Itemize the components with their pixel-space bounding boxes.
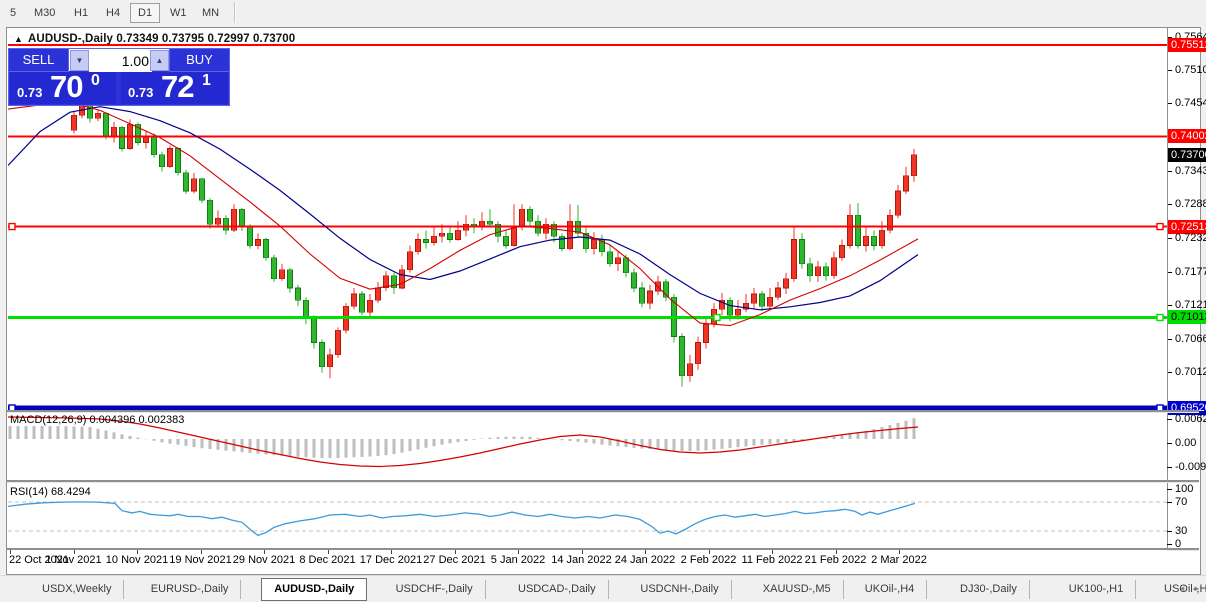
macd-indicator-label: MACD(12,26,9) 0.004396 0.002383: [10, 414, 184, 426]
spinner-up-icon[interactable]: ▲: [150, 50, 169, 71]
chart-tab-eurusddaily[interactable]: EURUSD-,Daily: [139, 580, 242, 599]
date-label: 27 Dec 2021: [423, 554, 485, 566]
collapse-arrow-icon[interactable]: ▲: [14, 34, 23, 44]
sell-price-sup: 0: [91, 72, 100, 90]
timeframe-button-h4[interactable]: H4: [98, 3, 128, 23]
chart-title: ▲ AUDUSD-,Daily 0.73349 0.73795 0.72997 0…: [14, 33, 295, 45]
rsi-scale-tick: 70: [1167, 495, 1206, 509]
date-label: 2 Feb 2022: [681, 554, 737, 566]
price-label-red: 0.74002: [1168, 129, 1206, 143]
toolbar-separator: [234, 2, 235, 23]
chart-window: [6, 27, 1201, 575]
timeframe-button-m30[interactable]: M30: [26, 3, 63, 23]
chart-tab-usdxweekly[interactable]: USDX,Weekly: [30, 580, 124, 599]
buy-price-small: 0.73: [128, 85, 153, 100]
date-label: 11 Feb 2022: [742, 554, 803, 566]
rsi-indicator-label: RSI(14) 68.4294: [10, 486, 91, 498]
lot-size-spinner: ▼ ▲: [69, 49, 169, 71]
buy-price-big: 72: [161, 69, 193, 105]
chart-tab-uk100h1[interactable]: UK100-,H1: [1057, 580, 1136, 599]
date-label: 8 Dec 2021: [299, 554, 355, 566]
price-label-red: 0.75512: [1168, 38, 1206, 52]
price-scale-tick: 0.72325: [1167, 231, 1206, 245]
price-label-black: 0.73700: [1168, 148, 1206, 162]
timeframe-button-h1[interactable]: H1: [66, 3, 96, 23]
date-label: 29 Nov 2021: [233, 554, 295, 566]
date-label: 24 Jan 2022: [615, 554, 676, 566]
chart-tab-bar: ◄ ► USDX,WeeklyEURUSD-,DailyAUDUSD-,Dail…: [0, 575, 1206, 602]
date-label: 14 Jan 2022: [551, 554, 612, 566]
macd-scale-tick: 0.006201: [1167, 412, 1206, 426]
rsi-scale-tick: 100: [1167, 482, 1206, 496]
chart-tab-dj30daily[interactable]: DJ30-,Daily: [948, 580, 1030, 599]
symbol-period-label: AUDUSD-,Daily: [28, 33, 113, 45]
chart-tab-usdchfdaily[interactable]: USDCHF-,Daily: [384, 580, 486, 599]
date-label: 1 Nov 2021: [45, 554, 101, 566]
chart-tab-usdcnhdaily[interactable]: USDCNH-,Daily: [628, 580, 731, 599]
pane-splitter-macd[interactable]: [7, 410, 1199, 413]
sell-price-big: 70: [50, 69, 82, 105]
one-click-trading-panel: SELL ▼ ▲ BUY 0.73 70 0 0.73 72 1: [8, 48, 230, 106]
date-axis[interactable]: 22 Oct 20211 Nov 202110 Nov 202119 Nov 2…: [7, 550, 1167, 572]
price-scale-tick: 0.72880: [1167, 197, 1206, 211]
date-label: 21 Feb 2022: [805, 554, 867, 566]
timeframe-toolbar: 5M30H1H4D1W1MN: [0, 0, 1206, 26]
timeframe-button-d1[interactable]: D1: [130, 3, 160, 23]
timeframe-button-5[interactable]: 5: [2, 3, 24, 23]
sell-price-small: 0.73: [17, 85, 42, 100]
price-label-green: 0.71013: [1168, 310, 1206, 324]
macd-scale-tick: -0.009190: [1167, 460, 1206, 474]
date-label: 2 Mar 2022: [871, 554, 927, 566]
chart-tab-audusddaily[interactable]: AUDUSD-,Daily: [261, 578, 367, 601]
rsi-scale-tick: 0: [1167, 537, 1206, 551]
price-scale-tick: 0.70120: [1167, 365, 1206, 379]
buy-price-sup: 1: [202, 72, 211, 90]
pane-splitter-rsi[interactable]: [7, 480, 1199, 483]
ohlc-values: 0.73349 0.73795 0.72997 0.73700: [116, 33, 295, 45]
buy-price-display[interactable]: 0.73 72 1: [121, 72, 228, 104]
timeframe-button-w1[interactable]: W1: [162, 3, 195, 23]
date-label: 19 Nov 2021: [169, 554, 231, 566]
chart-tab-usoilh1[interactable]: USOil-,H1: [1152, 580, 1206, 599]
sell-price-display[interactable]: 0.73 70 0: [10, 72, 116, 104]
date-label: 5 Jan 2022: [491, 554, 545, 566]
timeframe-button-mn[interactable]: MN: [194, 3, 227, 23]
price-scale-tick: 0.74545: [1167, 96, 1206, 110]
macd-scale-tick: 0.00: [1167, 436, 1206, 450]
spinner-down-icon[interactable]: ▼: [70, 50, 89, 71]
lot-size-input[interactable]: [89, 49, 152, 72]
chart-tab-ukoilh4[interactable]: UKOil-,H4: [853, 580, 928, 599]
chart-tab-xauusdm5[interactable]: XAUUSD-,M5: [751, 580, 844, 599]
price-scale-tick: 0.73435: [1167, 164, 1206, 178]
date-label: 17 Dec 2021: [360, 554, 422, 566]
price-scale-tick: 0.75100: [1167, 63, 1206, 77]
price-scale-tick: 0.71770: [1167, 265, 1206, 279]
price-scale-tick: 0.70660: [1167, 332, 1206, 346]
date-label: 10 Nov 2021: [106, 554, 168, 566]
chart-tab-usdcaddaily[interactable]: USDCAD-,Daily: [506, 580, 609, 599]
rsi-scale-tick: 30: [1167, 524, 1206, 538]
